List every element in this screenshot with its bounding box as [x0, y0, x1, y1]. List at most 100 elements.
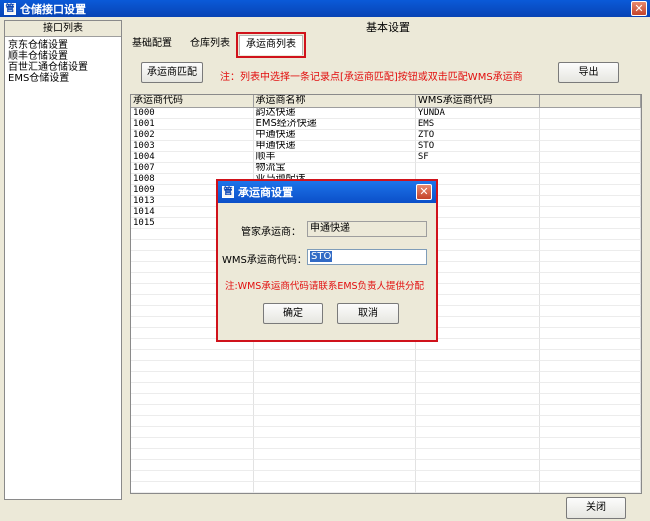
empty-cell	[540, 372, 641, 383]
cell-wms-code: SF	[415, 152, 541, 163]
dialog-title: 承运商设置	[238, 186, 293, 199]
cell-name: 韵达快递	[253, 108, 416, 119]
empty-cell	[540, 284, 641, 295]
empty-row	[131, 405, 641, 416]
tab-carrier-list[interactable]: 承运商列表	[236, 32, 306, 58]
empty-cell	[540, 427, 641, 438]
empty-cell	[415, 482, 541, 493]
empty-row	[131, 416, 641, 427]
empty-cell	[540, 394, 641, 405]
cell-code: 1002	[131, 130, 254, 141]
empty-cell	[253, 405, 416, 416]
sidebar-item-jd[interactable]: 京东仓储设置	[5, 40, 121, 51]
empty-cell	[540, 482, 641, 493]
empty-cell	[415, 405, 541, 416]
cell-empty	[540, 152, 641, 163]
carrier-field: 申通快递	[307, 221, 427, 237]
empty-cell	[415, 372, 541, 383]
empty-cell	[540, 350, 641, 361]
cell-wms-code: ZTO	[415, 130, 541, 141]
wms-code-input[interactable]: STO	[307, 249, 427, 265]
tab-basic-config[interactable]: 基础配置	[132, 35, 172, 55]
empty-cell	[131, 427, 254, 438]
app-icon: 管	[4, 2, 16, 15]
column-header-code[interactable]: 承运商代码	[131, 95, 254, 107]
table-row[interactable]: 1007 物流宝	[131, 163, 641, 174]
cell-empty	[540, 174, 641, 185]
sidebar-item-best[interactable]: 百世汇通仓储设置	[5, 62, 121, 73]
cell-code: 1004	[131, 152, 254, 163]
empty-cell	[415, 471, 541, 482]
cell-empty	[540, 218, 641, 229]
cell-empty	[540, 196, 641, 207]
empty-cell	[131, 416, 254, 427]
empty-cell	[415, 350, 541, 361]
empty-cell	[131, 460, 254, 471]
empty-row	[131, 383, 641, 394]
empty-cell	[253, 449, 416, 460]
empty-cell	[540, 383, 641, 394]
empty-row	[131, 350, 641, 361]
empty-cell	[253, 427, 416, 438]
dialog-note: 注:WMS承运商代码请联系EMS负责人提供分配	[225, 281, 425, 292]
cell-wms-code: EMS	[415, 119, 541, 130]
empty-cell	[253, 383, 416, 394]
interface-list-header: 接口列表	[5, 21, 121, 37]
cell-code: 1007	[131, 163, 254, 174]
window-titlebar: 管 仓储接口设置 ✕	[0, 0, 650, 17]
empty-cell	[540, 229, 641, 240]
empty-cell	[253, 438, 416, 449]
carrier-settings-dialog: 管 承运商设置 ✕ 管家承运商： 申通快递 WMS承运商代码： STO 注:WM…	[216, 179, 438, 342]
empty-cell	[540, 460, 641, 471]
cell-code: 1000	[131, 108, 254, 119]
empty-cell	[540, 416, 641, 427]
export-button[interactable]: 导出	[558, 62, 619, 83]
cancel-button[interactable]: 取消	[337, 303, 399, 324]
column-header-wms-code[interactable]: WMS承运商代码	[416, 95, 541, 107]
empty-cell	[540, 471, 641, 482]
sidebar-item-sf[interactable]: 顺丰仓储设置	[5, 51, 121, 62]
table-row[interactable]: 1001 EMS经济快递 EMS	[131, 119, 641, 130]
cell-wms-code	[415, 163, 541, 174]
cell-empty	[540, 163, 641, 174]
table-row[interactable]: 1004 顺丰 SF	[131, 152, 641, 163]
carrier-match-button[interactable]: 承运商匹配	[141, 62, 203, 83]
empty-cell	[131, 394, 254, 405]
empty-row	[131, 449, 641, 460]
window-close-button[interactable]: ✕	[631, 1, 647, 16]
empty-cell	[253, 394, 416, 405]
empty-cell	[540, 361, 641, 372]
column-header-empty	[540, 95, 641, 107]
empty-cell	[131, 438, 254, 449]
empty-cell	[253, 416, 416, 427]
empty-row	[131, 361, 641, 372]
empty-cell	[253, 350, 416, 361]
empty-row	[131, 471, 641, 482]
empty-row	[131, 438, 641, 449]
dialog-close-button[interactable]: ✕	[416, 184, 432, 200]
empty-cell	[415, 460, 541, 471]
cell-wms-code: YUNDA	[415, 108, 541, 119]
sidebar-item-ems[interactable]: EMS仓储设置	[5, 73, 121, 84]
tab-warehouse-list[interactable]: 仓库列表	[190, 35, 230, 55]
empty-cell	[131, 350, 254, 361]
cell-name: 物流宝	[253, 163, 416, 174]
empty-cell	[415, 394, 541, 405]
column-header-name[interactable]: 承运商名称	[254, 95, 416, 107]
close-button[interactable]: 关闭	[566, 497, 626, 519]
empty-cell	[253, 372, 416, 383]
empty-cell	[540, 306, 641, 317]
empty-cell	[540, 317, 641, 328]
table-row[interactable]: 1003 申通快递 STO	[131, 141, 641, 152]
empty-cell	[253, 471, 416, 482]
ok-button[interactable]: 确定	[263, 303, 323, 324]
table-row[interactable]: 1000 韵达快递 YUNDA	[131, 108, 641, 119]
cell-name: EMS经济快递	[253, 119, 416, 130]
empty-cell	[540, 262, 641, 273]
cell-empty	[540, 119, 641, 130]
empty-cell	[415, 416, 541, 427]
empty-cell	[131, 471, 254, 482]
table-row[interactable]: 1002 中通快递 ZTO	[131, 130, 641, 141]
cell-code: 1003	[131, 141, 254, 152]
empty-cell	[131, 383, 254, 394]
